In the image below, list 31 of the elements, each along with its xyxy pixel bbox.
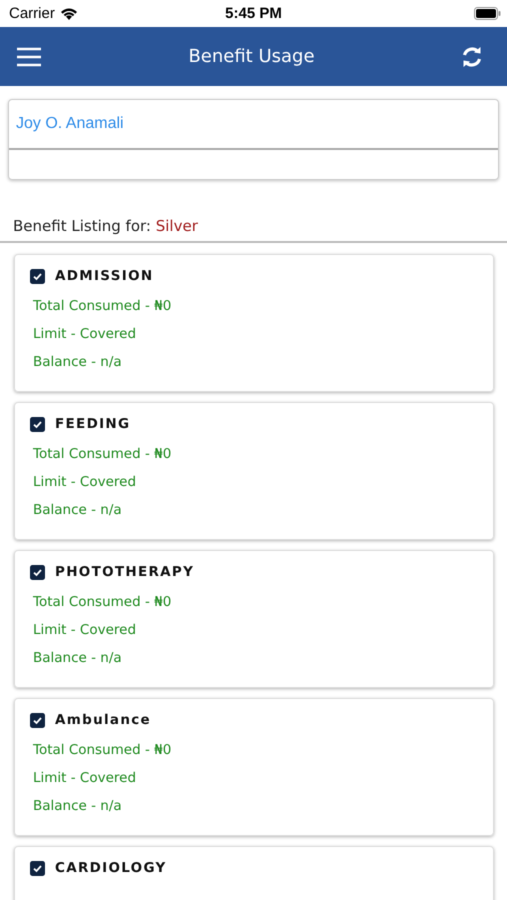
wifi-icon [60,7,78,20]
benefit-detail: Balance - n/a [33,501,122,520]
benefit-detail: Total Consumed - ₦0 [33,297,172,316]
menu-icon[interactable] [16,46,42,66]
checkbox[interactable] [30,268,45,284]
refresh-icon[interactable] [460,46,483,68]
benefit-detail: Limit - Covered [33,325,136,344]
benefit-detail: Total Consumed - ₦0 [33,593,172,612]
benefit-detail: Limit - Covered [33,621,136,640]
benefit-name: ADMISSION [55,268,154,284]
checkbox[interactable] [30,712,45,728]
status-time: 5:45 PM [224,5,283,22]
benefit-name: FEEDING [55,416,130,432]
benefit-listing-label: Benefit Listing for: Silver [13,217,198,235]
benefit-detail: Total Consumed - ₦0 [33,741,172,760]
checkbox[interactable] [30,564,45,580]
benefit-name: Ambulance [55,712,151,728]
benefit-detail: Limit - Covered [33,769,136,788]
page-title: Benefit Usage [188,46,315,67]
benefit-detail: Total Consumed - ₦0 [33,445,172,464]
benefit-name: CARDIOLOGY [55,860,167,876]
benefit-detail: Limit - Covered [33,473,136,492]
checkbox[interactable] [30,416,45,432]
benefit-name: PHOTOTHERAPY [55,564,194,580]
member-name[interactable]: Joy O. Anamali [16,115,124,133]
carrier-label: Carrier [9,5,55,22]
benefit-detail: Balance - n/a [33,353,122,372]
benefit-detail: Balance - n/a [33,797,122,816]
checkbox[interactable] [30,860,45,876]
battery-icon [474,7,501,20]
benefit-detail: Balance - n/a [33,649,122,668]
